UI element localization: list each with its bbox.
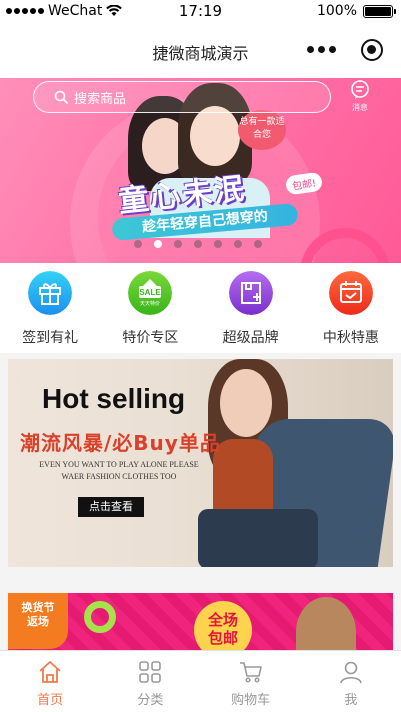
- model-jeans: [198, 509, 318, 567]
- circle-line: 全场: [207, 611, 238, 629]
- home-icon: [39, 661, 61, 683]
- promo-english-line: EVEN YOU WANT TO PLAY ALONE PLEASE: [39, 460, 199, 469]
- carousel-dot[interactable]: [214, 240, 222, 248]
- model-face: [190, 106, 240, 166]
- mini-program-capsule: [301, 34, 389, 66]
- calendar-icon: [328, 271, 373, 315]
- category-shortcuts: 签到有礼 SALE 天天特价 特价专区 超级品牌 中秋特惠: [0, 263, 401, 353]
- battery-icon: [363, 4, 396, 18]
- sale-tag-icon: SALE 天天特价: [128, 271, 173, 315]
- promo-english-line: WAER FASHION CLOTHES TOO: [61, 472, 177, 481]
- status-bar: WeChat 17:19 100%: [0, 0, 401, 22]
- search-input[interactable]: 搜索商品: [33, 81, 331, 113]
- carousel-dot[interactable]: [254, 240, 262, 248]
- search-placeholder: 搜索商品: [74, 91, 127, 107]
- close-mini-program-icon[interactable]: [361, 39, 383, 61]
- cart-icon: [239, 662, 262, 683]
- tab-label: 首页: [37, 693, 64, 708]
- battery-percent: 100%: [316, 3, 357, 19]
- tab-label: 购物车: [231, 693, 271, 708]
- hero-carousel[interactable]: 总有一款适合您 童心未泯 包邮! 趁年轻穿自己想穿的 搜索商品 消息: [0, 78, 401, 263]
- category-label: 中秋特惠: [322, 330, 379, 346]
- category-mid-autumn[interactable]: 中秋特惠: [301, 263, 401, 353]
- view-details-button[interactable]: 点击查看: [78, 497, 144, 517]
- category-special-price[interactable]: SALE 天天特价 特价专区: [100, 263, 200, 353]
- user-icon: [340, 661, 362, 684]
- messages-label: 消息: [352, 103, 368, 112]
- promo-subtitle: 潮流风暴/必Buy单品: [20, 431, 221, 455]
- category-label: 超级品牌: [222, 330, 279, 346]
- banner-decoration: [84, 601, 116, 633]
- carousel-dot[interactable]: [234, 240, 242, 248]
- tab-label: 分类: [137, 693, 164, 708]
- more-options-icon[interactable]: [307, 46, 336, 53]
- circle-line: 包邮: [207, 629, 238, 647]
- carousel-dot[interactable]: [134, 240, 142, 248]
- category-label: 特价专区: [122, 330, 179, 346]
- free-shipping-circle: 全场 包邮: [194, 601, 252, 653]
- battery-status: 100%: [316, 3, 396, 19]
- messages-button[interactable]: 消息: [345, 80, 375, 120]
- category-label: 签到有礼: [22, 330, 79, 346]
- sale-icon-text: SALE: [140, 288, 162, 297]
- carousel-dot[interactable]: [194, 240, 202, 248]
- tab-cart[interactable]: 购物车: [201, 651, 301, 712]
- bottom-tab-bar: 首页 分类 购物车 我: [0, 650, 401, 712]
- free-shipping-tag: 包邮!: [284, 171, 324, 196]
- brand-bag-icon: [228, 271, 273, 315]
- sale-icon-subtext: 天天特价: [140, 300, 160, 307]
- promo-title: Hot selling: [42, 383, 186, 414]
- category-checkin[interactable]: 签到有礼: [0, 263, 100, 353]
- tab-category[interactable]: 分类: [100, 651, 200, 712]
- badge-line: 返场: [27, 615, 49, 628]
- phone-screen: WeChat 17:19 100% 捷微商城演示 总有一款适合您 童心未泯 包邮…: [0, 0, 401, 712]
- model-photo: [296, 597, 356, 653]
- promo-english-text: EVEN YOU WANT TO PLAY ALONE PLEASE WAER …: [24, 459, 214, 483]
- grid-icon: [139, 661, 162, 683]
- carousel-indicators: [134, 240, 262, 248]
- gift-icon: [28, 271, 73, 315]
- tab-label: 我: [344, 693, 358, 708]
- model-face: [220, 369, 272, 437]
- navigation-bar: 捷微商城演示: [0, 22, 401, 78]
- free-shipping-banner[interactable]: 换货节 返场 全场 包邮: [8, 593, 393, 653]
- tab-home[interactable]: 首页: [0, 651, 100, 712]
- chat-bubble-icon: [351, 80, 369, 99]
- carousel-dot[interactable]: [174, 240, 182, 248]
- hot-selling-banner[interactable]: Hot selling 潮流风暴/必Buy单品 EVEN YOU WANT TO…: [8, 359, 393, 567]
- hero-bubble: 总有一款适合您: [238, 110, 286, 150]
- carousel-dot[interactable]: [154, 240, 162, 248]
- badge-line: 换货节: [21, 601, 55, 614]
- return-sale-badge: 换货节 返场: [8, 593, 68, 649]
- category-super-brand[interactable]: 超级品牌: [201, 263, 301, 353]
- search-icon: [54, 90, 68, 104]
- tab-me[interactable]: 我: [301, 651, 401, 712]
